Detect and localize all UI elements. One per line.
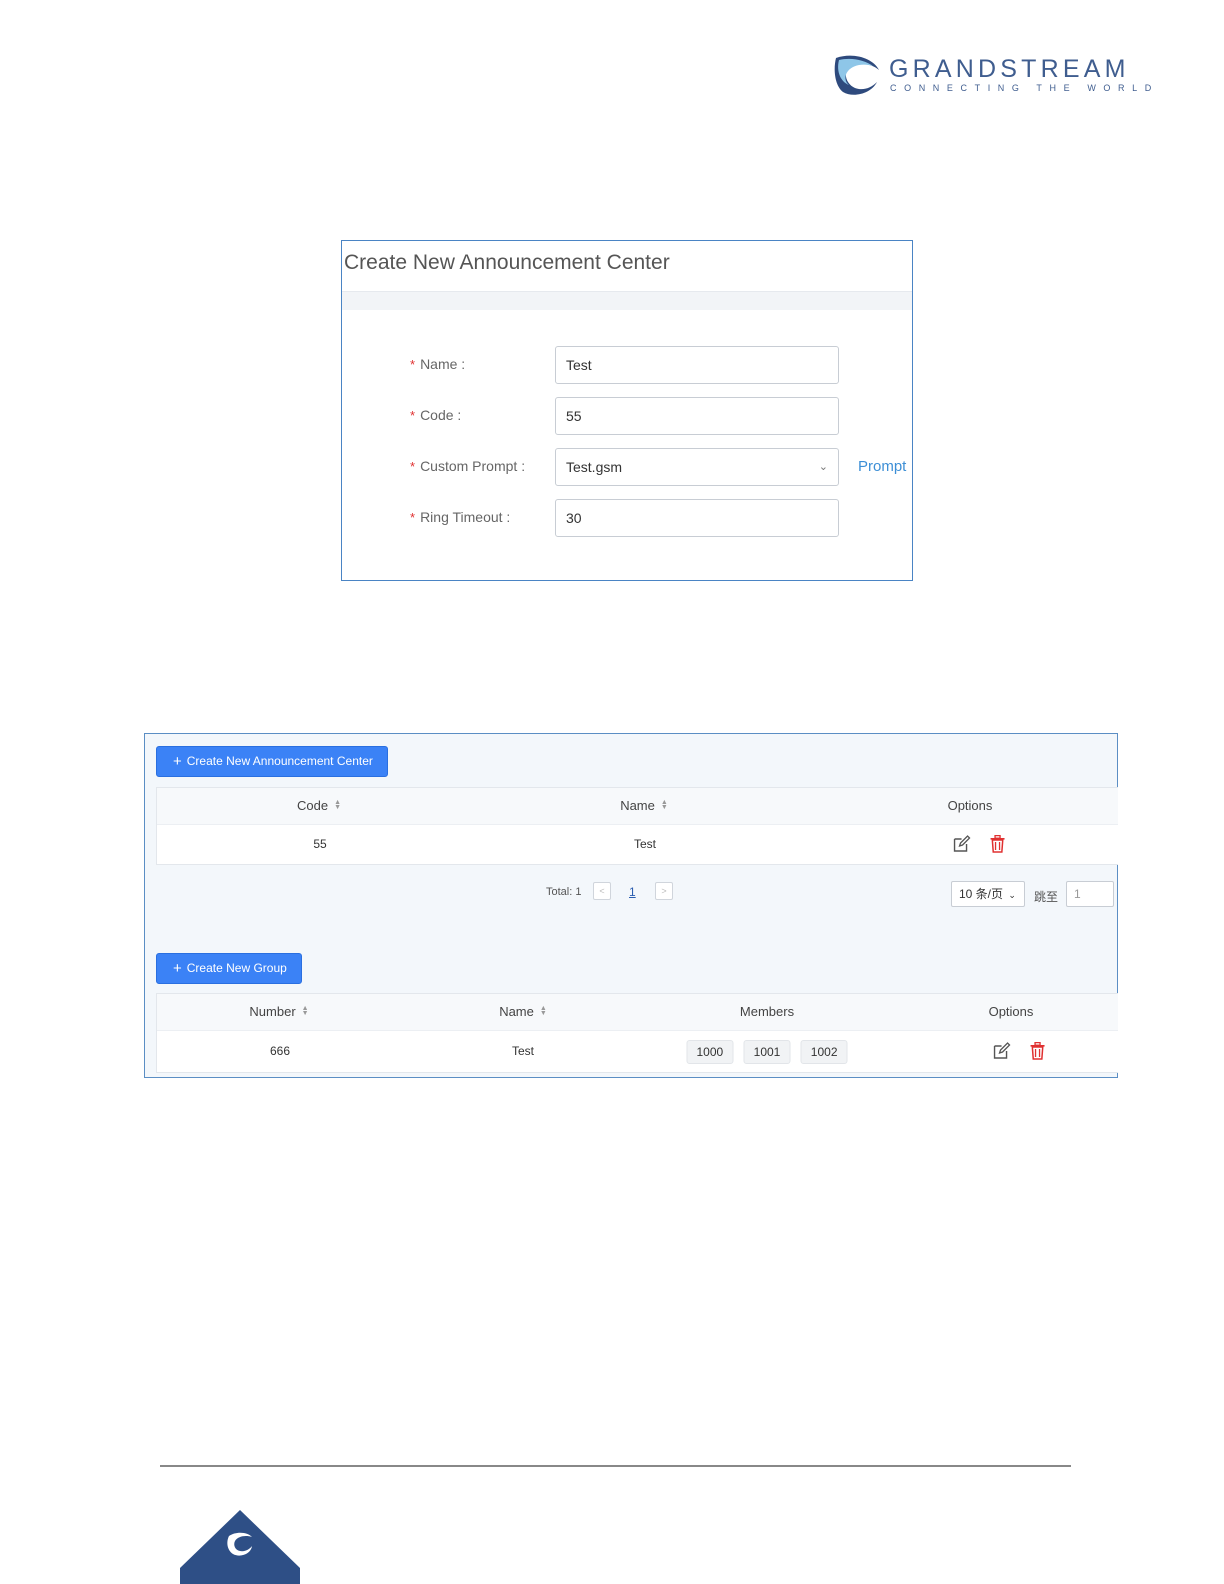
edit-icon[interactable] <box>953 835 971 853</box>
required-icon: * <box>410 459 416 474</box>
table-header: Number ▲ ▼ Name ▲ ▼ Members Options <box>157 994 1118 1031</box>
pagination-next-button[interactable]: > <box>655 882 673 900</box>
cell-number: 666 <box>269 1044 291 1058</box>
sort-icon[interactable]: ▲ ▼ <box>661 799 668 811</box>
column-header-name[interactable]: Name ▲ ▼ <box>620 788 668 824</box>
chevron-down-icon: ⌄ <box>1008 890 1016 900</box>
code-input[interactable]: 55 <box>555 397 839 435</box>
logo-tagline: CONNECTING THE WORLD <box>890 83 1159 93</box>
trash-icon[interactable] <box>1029 1041 1045 1060</box>
edit-icon[interactable] <box>993 1042 1011 1060</box>
column-header-code[interactable]: Code ▲ ▼ <box>297 788 341 824</box>
prompt-link[interactable]: Prompt <box>858 458 906 475</box>
sort-icon[interactable]: ▲ ▼ <box>302 1005 309 1017</box>
custom-prompt-label: * Custom Prompt : <box>410 458 526 474</box>
plus-icon: + <box>173 753 182 770</box>
row-options <box>993 1041 1046 1060</box>
group-table: Number ▲ ▼ Name ▲ ▼ Members Options 666 Test… <box>156 993 1118 1073</box>
create-new-announcement-center-button[interactable]: + Create New Announcement Center <box>156 746 388 777</box>
form-row-custom-prompt: * Custom Prompt : Test.gsm ⌄ Prompt <box>342 448 912 486</box>
name-label: * Name : <box>410 356 466 372</box>
logo-brand-text: GRANDSTREAM <box>889 55 1130 83</box>
member-tag: 1001 <box>743 1040 791 1064</box>
custom-prompt-select[interactable]: Test.gsm ⌄ <box>555 448 839 486</box>
jump-to-label: 跳至 <box>1034 890 1059 904</box>
jump-to-page-input[interactable]: 1 <box>1066 881 1114 907</box>
column-header-options: Options <box>988 1004 1034 1019</box>
column-header-members: Members <box>739 1004 795 1019</box>
column-header-number[interactable]: Number ▲ ▼ <box>249 994 308 1030</box>
form-row-name: * Name : Test <box>342 346 912 384</box>
create-new-group-button[interactable]: + Create New Group <box>156 953 302 984</box>
table-row: 55 Test <box>157 824 1118 865</box>
column-header-options: Options <box>947 798 993 813</box>
table-row: 666 Test 1000 1001 1002 <box>157 1031 1118 1072</box>
footer-logo-icon <box>180 1510 300 1584</box>
custom-prompt-selected-value: Test.gsm <box>566 459 623 475</box>
pagination-total: Total: 1 <box>546 886 582 898</box>
announcement-center-table: Code ▲ ▼ Name ▲ ▼ Options 55 Test <box>156 787 1118 865</box>
pagination-page-1[interactable]: 1 <box>629 885 636 899</box>
footer-divider <box>160 1465 1071 1467</box>
chevron-down-icon: ⌄ <box>818 461 828 473</box>
page-size-select[interactable]: 10 条/页 ⌄ <box>951 881 1025 907</box>
name-input[interactable]: Test <box>555 346 839 384</box>
sort-icon[interactable]: ▲ ▼ <box>334 799 341 811</box>
code-label: * Code : <box>410 407 462 423</box>
required-icon: * <box>410 408 416 423</box>
announcement-center-panel: + Create New Announcement Center Code ▲ ▼ N… <box>144 733 1118 1078</box>
pagination-prev-button[interactable]: < <box>593 882 611 900</box>
ring-timeout-label: * Ring Timeout : <box>410 509 511 525</box>
cell-code: 55 <box>313 837 327 851</box>
dialog-header-band <box>342 291 912 310</box>
member-tag: 1000 <box>686 1040 734 1064</box>
cell-members: 1000 1001 1002 <box>683 1040 850 1064</box>
required-icon: * <box>410 357 416 372</box>
form-row-code: * Code : 55 <box>342 397 912 435</box>
row-options <box>953 834 1006 853</box>
member-tag: 1002 <box>800 1040 848 1064</box>
grandstream-logo: GRANDSTREAM CONNECTING THE WORLD <box>833 54 1163 98</box>
required-icon: * <box>410 510 416 525</box>
trash-icon[interactable] <box>989 834 1005 853</box>
ring-timeout-input[interactable]: 30 <box>555 499 839 537</box>
plus-icon: + <box>173 960 182 977</box>
create-announcement-center-dialog: Create New Announcement Center * Name : T… <box>341 240 913 581</box>
form-row-ring-timeout: * Ring Timeout : 30 <box>342 499 912 537</box>
grandstream-logo-icon <box>834 55 879 95</box>
cell-name: Test <box>633 837 657 851</box>
column-header-name[interactable]: Name ▲ ▼ <box>499 994 547 1030</box>
dialog-title: Create New Announcement Center <box>344 251 670 274</box>
cell-name: Test <box>511 1044 535 1058</box>
sort-icon[interactable]: ▲ ▼ <box>540 1005 547 1017</box>
table-header: Code ▲ ▼ Name ▲ ▼ Options <box>157 788 1118 825</box>
